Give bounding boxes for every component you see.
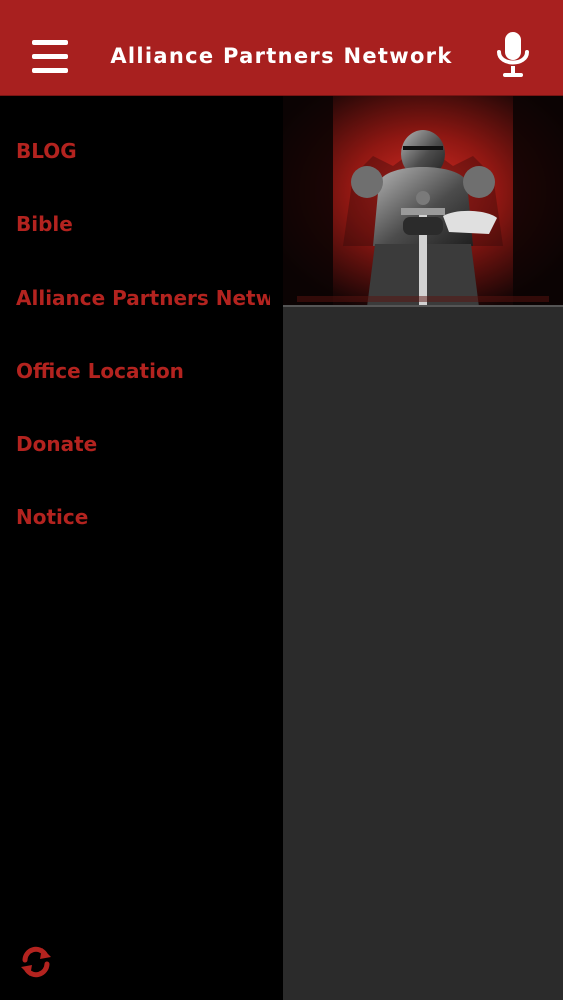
refresh-icon (21, 946, 51, 978)
app-bar: Alliance Partners Network (0, 0, 563, 96)
content-area (283, 96, 563, 1000)
refresh-button[interactable] (18, 944, 54, 980)
page-title: Alliance Partners Network (110, 44, 453, 68)
drawer-item-office-location[interactable]: Office Location (16, 357, 270, 385)
drawer-item-blog[interactable]: BLOG (16, 137, 270, 165)
drawer-item-bible[interactable]: Bible (16, 210, 270, 238)
voice-search-button[interactable] (494, 30, 532, 78)
hamburger-menu-icon-bar (32, 67, 68, 73)
microphone-icon (497, 32, 529, 77)
knight-in-armor-image (283, 96, 563, 305)
drawer-item-donate[interactable]: Donate (16, 430, 270, 458)
drawer-item-alliance-partners-network[interactable]: Alliance Partners Network (16, 284, 270, 312)
hero-image (283, 96, 563, 307)
hamburger-menu-icon-bar (32, 53, 68, 59)
drawer-item-notice[interactable]: Notice (16, 503, 270, 531)
menu-button[interactable] (22, 28, 78, 84)
hamburger-menu-icon (32, 39, 68, 45)
navigation-drawer: BLOG Bible Alliance Partners Network Off… (0, 96, 283, 1000)
